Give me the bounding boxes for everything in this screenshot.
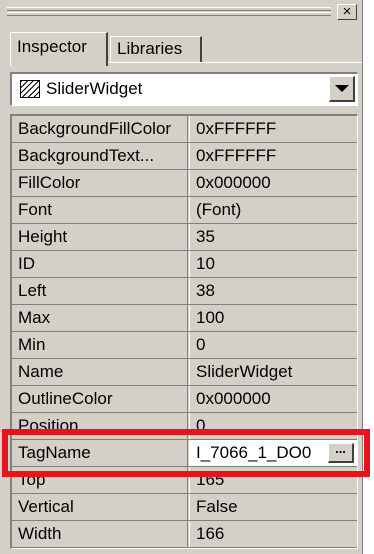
property-value-text: SliderWidget: [196, 362, 293, 381]
property-value-text: 100: [196, 308, 225, 327]
property-row[interactable]: Name SliderWidget: [12, 359, 357, 386]
property-value-text: 38: [196, 281, 215, 300]
property-value-text: 10: [196, 254, 215, 273]
property-row[interactable]: Width 166: [12, 521, 357, 548]
drag-grip[interactable]: [7, 12, 331, 16]
property-name[interactable]: Position: [12, 413, 188, 439]
property-value[interactable]: 0xFFFFFF: [189, 116, 357, 142]
property-value[interactable]: SliderWidget: [189, 359, 357, 385]
property-value-text: 0: [196, 416, 206, 435]
property-value[interactable]: 0x000000: [189, 386, 357, 412]
property-name[interactable]: Max: [12, 305, 188, 331]
property-name[interactable]: FillColor: [12, 170, 188, 196]
property-value[interactable]: 35: [189, 224, 357, 250]
property-row[interactable]: OutlineColor 0x000000: [12, 386, 357, 413]
property-name[interactable]: Font: [12, 197, 188, 223]
property-value-text: 166: [196, 524, 225, 543]
property-value[interactable]: (Font): [189, 197, 357, 223]
property-name[interactable]: TagName: [12, 440, 188, 466]
chevron-down-icon[interactable]: [329, 76, 355, 102]
property-row[interactable]: BackgroundText... 0xFFFFFF: [12, 143, 357, 170]
property-row[interactable]: Min 0: [12, 332, 357, 359]
property-value[interactable]: 38: [189, 278, 357, 304]
property-value-text: 0x000000: [196, 173, 271, 192]
property-value[interactable]: 100: [189, 305, 357, 331]
property-name[interactable]: ID: [12, 251, 188, 277]
tab-libraries[interactable]: Libraries: [110, 36, 202, 62]
property-value-text: False: [196, 497, 238, 516]
property-grid: BackgroundFillColor 0xFFFFFF BackgroundTex…: [10, 114, 358, 549]
property-row[interactable]: Position 0: [12, 413, 357, 440]
property-name[interactable]: BackgroundFillColor: [12, 116, 188, 142]
property-value[interactable]: 0: [189, 332, 357, 358]
property-value[interactable]: 10: [189, 251, 357, 277]
property-name[interactable]: OutlineColor: [12, 386, 188, 412]
close-icon[interactable]: ×: [337, 4, 357, 20]
property-name[interactable]: Vertical: [12, 494, 188, 520]
selected-object: SliderWidget: [46, 79, 143, 98]
tab-inspector[interactable]: Inspector: [10, 32, 108, 66]
property-row[interactable]: Vertical False: [12, 494, 357, 521]
panel-titlebar[interactable]: ×: [3, 3, 359, 23]
object-selector[interactable]: SliderWidget: [10, 72, 358, 106]
property-value[interactable]: 0x000000: [189, 170, 357, 196]
ellipsis-button[interactable]: ...: [328, 442, 354, 463]
property-value-text: 0: [196, 335, 206, 354]
property-row[interactable]: Font (Font): [12, 197, 357, 224]
property-row[interactable]: ID 10: [12, 251, 357, 278]
property-row[interactable]: BackgroundFillColor 0xFFFFFF: [12, 116, 357, 143]
property-name[interactable]: Height: [12, 224, 188, 250]
property-value-text: 0x000000: [196, 389, 271, 408]
property-value[interactable]: 0: [189, 413, 357, 439]
property-row[interactable]: Height 35: [12, 224, 357, 251]
drag-grip[interactable]: [7, 7, 331, 11]
property-value-text: 0xFFFFFF: [196, 119, 277, 138]
property-value-text: (Font): [196, 200, 242, 219]
widget-hatch-icon: [20, 80, 40, 98]
property-value-text: 0xFFFFFF: [196, 146, 277, 165]
property-value[interactable]: 165: [189, 467, 357, 493]
property-name[interactable]: Left: [12, 278, 188, 304]
property-row[interactable]: Max 100: [12, 305, 357, 332]
property-row[interactable]: Left 38: [12, 278, 357, 305]
property-name[interactable]: BackgroundText...: [12, 143, 188, 169]
property-value-text: 165: [196, 470, 225, 489]
property-name[interactable]: Width: [12, 521, 188, 547]
property-name[interactable]: Name: [12, 359, 188, 385]
property-name[interactable]: Min: [12, 332, 188, 358]
property-value[interactable]: 0xFFFFFF: [189, 143, 357, 169]
property-name[interactable]: Top: [12, 467, 188, 493]
property-row[interactable]: FillColor 0x000000: [12, 170, 357, 197]
property-value-text: I_7066_1_DO0: [196, 443, 312, 462]
property-value[interactable]: False: [189, 494, 357, 520]
property-row[interactable]: TagName I_7066_1_DO0...: [12, 440, 357, 467]
inspector-panel: × Inspector Libraries SliderWidget Backg…: [0, 0, 363, 554]
property-value-text: 35: [196, 227, 215, 246]
property-value-input[interactable]: I_7066_1_DO0...: [189, 440, 357, 466]
property-value[interactable]: 166: [189, 521, 357, 547]
property-row[interactable]: Top 165: [12, 467, 357, 494]
